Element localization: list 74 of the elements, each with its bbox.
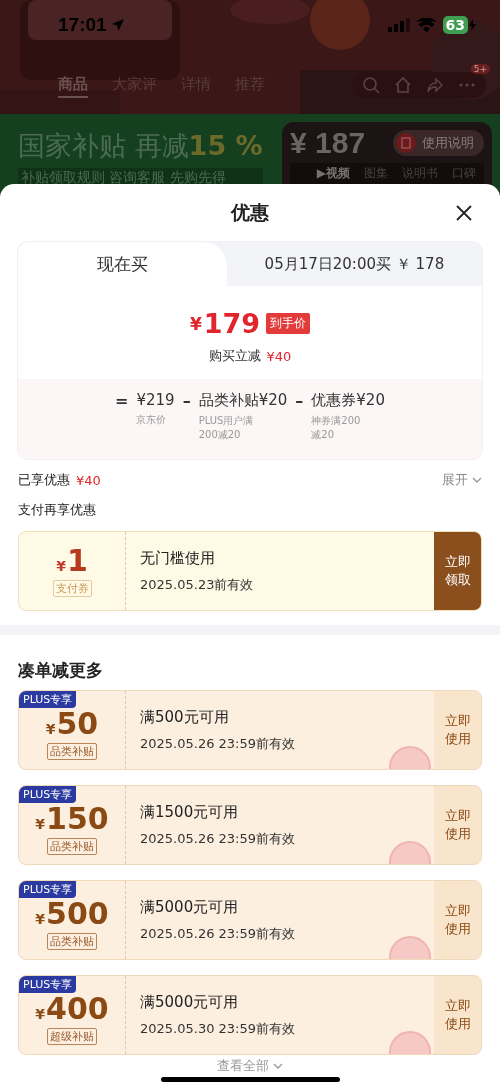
use-button[interactable]: 立即使用 [434, 881, 481, 959]
currency-symbol: ¥ [189, 313, 202, 334]
plus-badge: PLUS专享 [19, 976, 77, 993]
buy-time-tab[interactable]: 现在买 [18, 242, 227, 286]
search-icon[interactable] [362, 76, 380, 94]
coupon-condition: 无门槛使用 [140, 548, 216, 568]
close-icon[interactable] [454, 203, 474, 223]
chevron-down-icon [472, 476, 482, 484]
final-price: 179 [203, 308, 261, 339]
claim-button[interactable]: 立即领取 [434, 532, 481, 610]
notification-badge: 5+ [470, 64, 490, 74]
coupon-validity: 2025.05.30 23:59前有效 [140, 1019, 297, 1038]
coupon-tag: 品类补贴 [47, 837, 97, 855]
product-tab[interactable]: 商品 [58, 75, 88, 98]
coupon-amount: 150 [46, 803, 109, 834]
coupon-amount: 1 [66, 545, 88, 576]
coupon-validity: 2025.05.26 23:59前有效 [140, 734, 297, 753]
chevron-down-icon [273, 1062, 283, 1070]
price-tag: 到手价 [266, 313, 311, 334]
enjoyed-label: 已享优惠 [18, 471, 70, 489]
more-icon[interactable] [458, 82, 476, 88]
location-arrow-icon [110, 18, 125, 32]
plus-badge: PLUS专享 [19, 881, 77, 898]
coupon-condition: 满1500元可用 [140, 802, 240, 822]
coupon-amount: 50 [56, 708, 99, 739]
currency-symbol: ¥ [56, 557, 66, 574]
coupon-condition: 满5000元可用 [140, 897, 240, 917]
operator-sign: = [115, 391, 129, 410]
signal-icon [387, 18, 410, 32]
coupon-tag: 支付券 [52, 579, 92, 597]
section-label: 支付再享优惠 [18, 501, 96, 519]
plus-badge: PLUS专享 [19, 691, 77, 708]
share-icon[interactable] [426, 76, 444, 94]
book-icon [396, 132, 416, 153]
price-component: ¥219 [136, 391, 175, 409]
price-component: 优惠券¥20 [311, 391, 385, 410]
coupon-amount: 500 [46, 898, 109, 929]
status-time: 17:01 [58, 14, 107, 36]
section-title: 凑单减更多 [18, 659, 104, 682]
home-icon[interactable] [394, 76, 412, 94]
price-component: 品类补贴¥20 [198, 391, 288, 410]
component-note: 京东价 [136, 413, 168, 427]
component-note: 神券满200减20 [311, 414, 362, 441]
battery-level: 63 [442, 16, 468, 34]
currency-symbol: ¥ [45, 720, 56, 737]
operator-sign: – [295, 391, 304, 410]
coupon-amount: 400 [46, 993, 109, 1024]
use-button[interactable]: 立即使用 [434, 976, 481, 1054]
expand-toggle[interactable]: 展开 [442, 471, 482, 489]
currency-symbol: ¥ [35, 1005, 46, 1022]
coupon-tag: 品类补贴 [47, 742, 97, 760]
coupon-validity: 2025.05.26 23:59前有效 [140, 924, 297, 943]
coupon-condition: 满5000元可用 [140, 992, 240, 1012]
media-tab[interactable]: ▶视频 [316, 165, 350, 182]
discount-label: 购买立减 [208, 347, 261, 365]
component-note: PLUS用户满200减20 [198, 414, 254, 441]
enjoyed-amount: ¥40 [76, 472, 101, 488]
discount-amount: ¥40 [266, 348, 292, 364]
currency-symbol: ¥ [35, 815, 46, 832]
coupon-validity: 2025.05.23前有效 [140, 575, 255, 594]
coupon-tag: 品类补贴 [47, 932, 97, 950]
operator-sign: – [182, 391, 191, 410]
coupon-condition: 满500元可用 [140, 707, 230, 727]
guide-button[interactable]: 使用说明 [393, 129, 484, 156]
coupon-validity: 2025.05.26 23:59前有效 [140, 829, 297, 848]
view-all-link[interactable]: 查看全部 [217, 1057, 283, 1075]
coupon-tag: 超级补贴 [47, 1027, 97, 1045]
sheet-title: 优惠 [231, 200, 269, 225]
wifi-icon [416, 18, 436, 32]
currency-symbol: ¥ [35, 910, 46, 927]
price-overlay: ¥ 187 [290, 126, 366, 159]
plus-badge: PLUS专享 [19, 786, 77, 803]
use-button[interactable]: 立即使用 [434, 786, 481, 864]
use-button[interactable]: 立即使用 [434, 691, 481, 769]
